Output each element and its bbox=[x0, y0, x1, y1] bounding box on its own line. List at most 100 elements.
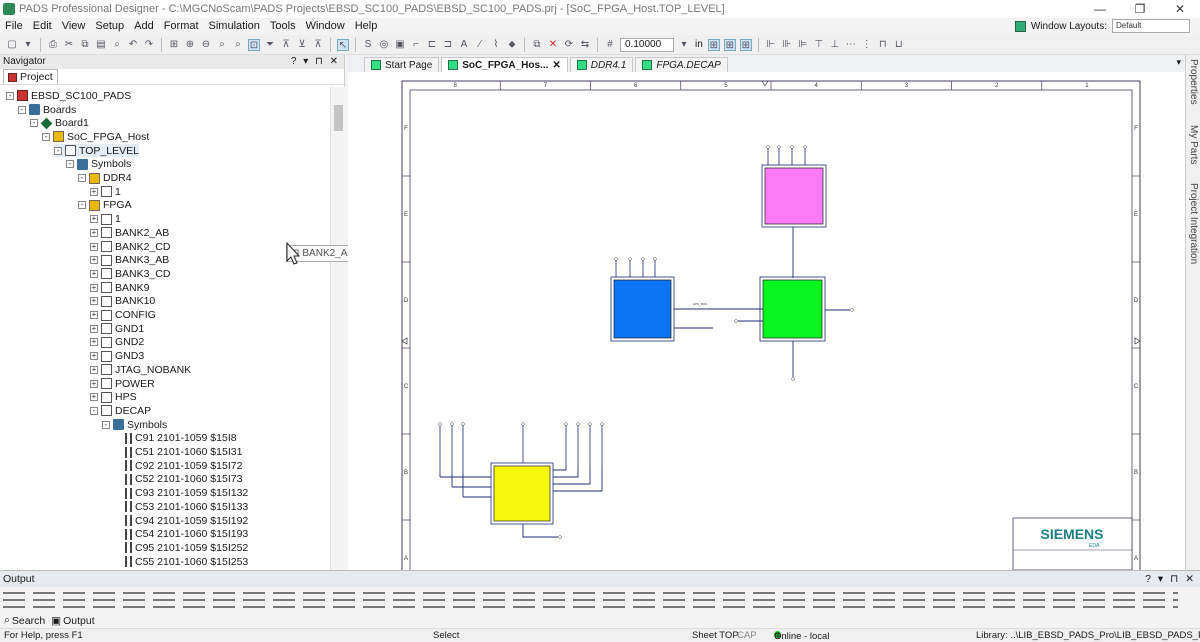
tree-item[interactable]: - EBSD_SC100_PADS bbox=[6, 89, 131, 103]
tree-item[interactable]: C95 2101-1059 $15I252 bbox=[114, 541, 248, 555]
wire-icon[interactable]: ⌇ bbox=[490, 39, 502, 51]
zoom-prev-icon[interactable]: ⌕ bbox=[232, 39, 244, 51]
tree-item[interactable]: C52 2101-1060 $15I73 bbox=[114, 473, 242, 487]
tree-item[interactable]: - DDR4 bbox=[78, 171, 132, 185]
pin-icon[interactable]: ⊐ bbox=[442, 39, 454, 51]
collapse-icon[interactable]: - bbox=[78, 174, 86, 183]
collapse-icon[interactable]: - bbox=[66, 160, 74, 169]
collapse-icon[interactable]: - bbox=[6, 91, 14, 100]
grid-value-input[interactable]: 0.10000 bbox=[620, 37, 674, 52]
copy-icon[interactable]: ⧉ bbox=[79, 39, 91, 51]
tree-item[interactable]: C93 2101-1059 $15I132 bbox=[114, 486, 248, 500]
tree-item[interactable]: + GND2 bbox=[90, 336, 144, 350]
window-layouts-select[interactable]: Default bbox=[1112, 19, 1190, 33]
tree-item[interactable]: - Symbols bbox=[66, 158, 131, 172]
tree-item[interactable]: - SoC_FPGA_Host bbox=[42, 130, 149, 144]
cut-icon[interactable]: ✂ bbox=[63, 39, 75, 51]
align-top-icon[interactable]: ⊤ bbox=[813, 39, 825, 51]
collapse-icon[interactable]: - bbox=[78, 201, 86, 210]
expand-icon[interactable]: + bbox=[90, 283, 98, 292]
redo-icon[interactable]: ↷ bbox=[143, 39, 155, 51]
tree-item[interactable]: - Board1 bbox=[30, 116, 89, 130]
align-center-icon[interactable]: ⊪ bbox=[781, 39, 793, 51]
output-header-buttons[interactable]: ? ▾ ⊓ ✕ bbox=[1145, 571, 1200, 587]
open-icon[interactable]: ▾ bbox=[22, 39, 34, 51]
menu-setup[interactable]: Setup bbox=[90, 18, 129, 35]
document-tab[interactable]: SoC_FPGA_Hos... ✕ bbox=[441, 57, 568, 72]
tree-item[interactable]: + BANK3_AB bbox=[90, 253, 169, 267]
text-icon[interactable]: A bbox=[458, 39, 470, 51]
menu-file[interactable]: File bbox=[0, 18, 28, 35]
tree-item[interactable]: +1 bbox=[90, 212, 121, 226]
undo-icon[interactable]: ↶ bbox=[127, 39, 139, 51]
properties-tab[interactable]: Properties bbox=[1188, 59, 1199, 105]
tab-project[interactable]: Project bbox=[3, 69, 58, 84]
navigator-header-buttons[interactable]: ? ▾ ⊓ ✕ bbox=[291, 55, 344, 69]
schematic-canvas[interactable]: 8 7 6 5 4 3 2 1 F F E E D D C C B B A A HPS_BUS SIEMENSEDA bbox=[348, 72, 1185, 570]
snap-pin-icon[interactable]: ⊞ bbox=[723, 38, 736, 51]
expand-icon[interactable]: + bbox=[90, 393, 98, 402]
menu-view[interactable]: View bbox=[57, 18, 91, 35]
menu-format[interactable]: Format bbox=[159, 18, 204, 35]
tab-output[interactable]: ▣ Output bbox=[51, 615, 94, 627]
expand-icon[interactable]: + bbox=[90, 269, 98, 278]
zoom-out-icon[interactable]: ⊖ bbox=[200, 39, 212, 51]
collapse-icon[interactable]: - bbox=[18, 105, 26, 114]
tree-item[interactable]: C54 2101-1060 $15I193 bbox=[114, 527, 248, 541]
document-tab[interactable]: FPGA.DECAP bbox=[635, 57, 728, 72]
tree-item[interactable]: - FPGA bbox=[78, 199, 132, 213]
tree-item[interactable]: C94 2101-1059 $15I192 bbox=[114, 514, 248, 528]
tab-list-icon[interactable]: ▾ bbox=[1176, 57, 1181, 68]
paste-icon[interactable]: ▤ bbox=[95, 39, 107, 51]
align-bottom-icon[interactable]: ⊥ bbox=[829, 39, 841, 51]
filter-icon[interactable]: ⏷ bbox=[264, 39, 276, 51]
grid-settings-icon[interactable]: # bbox=[604, 39, 616, 51]
expand-icon[interactable]: + bbox=[90, 256, 98, 265]
menu-add[interactable]: Add bbox=[129, 18, 159, 35]
tree-item[interactable]: C92 2101-1059 $15I72 bbox=[114, 459, 242, 473]
tree-item[interactable]: - DECAP bbox=[90, 404, 151, 418]
net-icon[interactable]: ▣ bbox=[394, 39, 406, 51]
distribute-v-icon[interactable]: ⋮ bbox=[861, 39, 873, 51]
expand-icon[interactable]: + bbox=[90, 324, 98, 333]
toolbar-options-icon[interactable]: ⊔ bbox=[893, 39, 905, 51]
collapse-icon[interactable]: - bbox=[102, 420, 110, 429]
tree-item[interactable]: + HPS bbox=[90, 390, 137, 404]
tree-item[interactable]: + BANK9 bbox=[90, 281, 149, 295]
tree-item[interactable]: + BANK3_CD bbox=[90, 267, 170, 281]
spacing-icon[interactable]: ⊓ bbox=[877, 39, 889, 51]
navigator-scrollbar[interactable] bbox=[330, 87, 345, 570]
new-icon[interactable]: ▢ bbox=[6, 39, 18, 51]
tree-item[interactable]: + GND1 bbox=[90, 322, 144, 336]
tree-item[interactable]: + BANK2_CD bbox=[90, 240, 170, 254]
collapse-icon[interactable]: - bbox=[54, 146, 62, 155]
document-tab[interactable]: Start Page bbox=[364, 57, 440, 72]
expand-icon[interactable]: + bbox=[90, 215, 98, 224]
push-icon[interactable]: ⊻ bbox=[296, 39, 308, 51]
tree-item[interactable]: C55 2101-1060 $15I253 bbox=[114, 555, 248, 569]
restore-button[interactable]: ❐ bbox=[1120, 0, 1160, 18]
tree-item[interactable]: + POWER bbox=[90, 377, 155, 391]
junction-icon[interactable]: ⬥ bbox=[506, 39, 518, 51]
tree-item[interactable]: - Boards bbox=[18, 103, 76, 117]
tree-item[interactable]: + CONFIG bbox=[90, 308, 156, 322]
tree-item[interactable]: - Symbols bbox=[102, 418, 167, 432]
tree-item[interactable]: + BANK2_AB bbox=[90, 226, 169, 240]
find-icon[interactable]: ⌕ bbox=[111, 39, 123, 51]
align-left-icon[interactable]: ⊩ bbox=[765, 39, 777, 51]
expand-icon[interactable]: + bbox=[90, 352, 98, 361]
expand-icon[interactable]: + bbox=[90, 338, 98, 347]
menu-edit[interactable]: Edit bbox=[28, 18, 57, 35]
tree-item[interactable]: C53 2101-1060 $15I133 bbox=[114, 500, 248, 514]
pop-icon[interactable]: ⊼ bbox=[312, 39, 324, 51]
minimize-button[interactable]: — bbox=[1080, 0, 1120, 18]
project-integration-tab[interactable]: Project Integration bbox=[1188, 183, 1199, 264]
align-right-icon[interactable]: ⊫ bbox=[797, 39, 809, 51]
document-tab[interactable]: DDR4.1 bbox=[569, 57, 634, 72]
expand-icon[interactable]: + bbox=[90, 311, 98, 320]
my-parts-tab[interactable]: My Parts bbox=[1188, 125, 1199, 164]
delete-icon[interactable]: ✕ bbox=[547, 39, 559, 51]
expand-icon[interactable]: + bbox=[90, 365, 98, 374]
rotate-icon[interactable]: ⟳ bbox=[563, 39, 575, 51]
tree-item[interactable]: + BANK10 bbox=[90, 295, 155, 309]
